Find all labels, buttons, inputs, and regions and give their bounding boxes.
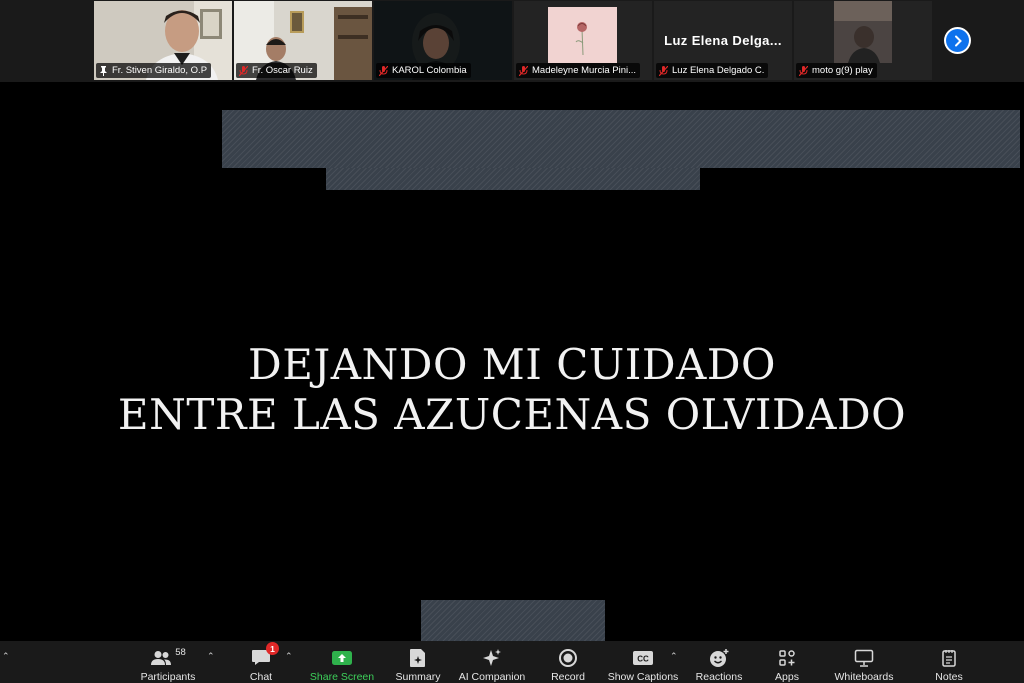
participant-name-bar: Fr. Stiven Giraldo, O.P (96, 63, 212, 78)
muted-mic-icon (379, 65, 388, 76)
chevron-right-icon (946, 29, 969, 52)
show-captions-label: Show Captions (607, 671, 679, 683)
participant-strip: Fr. Stiven Giraldo, O.P Fr. Oscar Ruiz K… (0, 0, 1024, 82)
captions-icon: CC (633, 650, 653, 665)
slide-line-1: DEJANDO MI CUIDADO (248, 340, 776, 389)
whiteboards-button[interactable]: Whiteboards (830, 641, 898, 683)
slide-line-2: ENTRE LAS AZUCENAS OLVIDADO (117, 390, 907, 439)
apps-label: Apps (775, 671, 799, 683)
participant-name: Madeleyne Murcia Pini... (532, 65, 637, 76)
video-feed (834, 1, 892, 63)
participant-name: moto g(9) play (812, 65, 873, 76)
pin-icon (99, 65, 108, 76)
slide-band-top-tab (326, 168, 700, 190)
participant-tile-stiven[interactable]: Fr. Stiven Giraldo, O.P (94, 1, 232, 80)
chat-unread-badge: 1 (266, 642, 279, 655)
notes-icon (942, 649, 956, 667)
slide-band-top (222, 110, 1020, 168)
participants-label: Participants (140, 671, 196, 683)
participants-icon (151, 650, 172, 665)
chat-button[interactable]: 1 Chat (240, 641, 282, 683)
reactions-button[interactable]: Reactions (694, 641, 744, 683)
participant-tile-luz-elena[interactable]: Luz Elena Delga... Luz Elena Delgado C. (654, 1, 792, 80)
share-screen-label: Share Screen (309, 671, 375, 683)
participant-name-bar: KAROL Colombia (376, 63, 471, 78)
shared-screen: DEJANDO MI CUIDADO ENTRE LAS AZUCENAS OL… (0, 82, 1024, 641)
slide-text: DEJANDO MI CUIDADO ENTRE LAS AZUCENAS OL… (0, 340, 1024, 440)
muted-mic-icon (799, 65, 808, 76)
slide-band-bottom (421, 600, 605, 641)
rose-avatar-image (548, 7, 617, 63)
audio-options-caret[interactable]: ⌃ (2, 651, 10, 662)
ai-companion-button[interactable]: AI Companion (456, 641, 528, 683)
muted-mic-icon (519, 65, 528, 76)
meeting-toolbar: ⌃ 58 Participants ⌃ 1 Chat ⌃ Share Scree… (0, 641, 1024, 683)
participant-tile-karol[interactable]: KAROL Colombia (374, 1, 512, 80)
record-icon (559, 648, 577, 667)
participant-tile-moto[interactable]: moto g(9) play (794, 1, 932, 80)
reactions-label: Reactions (695, 671, 743, 683)
muted-mic-icon (239, 65, 248, 76)
participant-count: 58 (175, 647, 186, 658)
participant-display-name: Luz Elena Delga... (664, 33, 782, 48)
notes-button[interactable]: Notes (928, 641, 970, 683)
participant-name: Fr. Oscar Ruiz (252, 65, 313, 76)
participants-options-caret[interactable]: ⌃ (207, 651, 215, 662)
apps-icon (779, 649, 795, 666)
ai-sparkle-icon (483, 648, 501, 666)
record-button[interactable]: Record (546, 641, 590, 683)
record-label: Record (551, 671, 585, 683)
participant-name: KAROL Colombia (392, 65, 467, 76)
participant-name-bar: Luz Elena Delgado C. (656, 63, 769, 78)
ai-companion-label: AI Companion (458, 671, 526, 683)
captions-options-caret[interactable]: ⌃ (670, 651, 678, 662)
show-captions-button[interactable]: CC Show Captions (606, 641, 680, 683)
participant-name: Luz Elena Delgado C. (672, 65, 765, 76)
apps-button[interactable]: Apps (767, 641, 807, 683)
captions-icon-text: CC (637, 654, 649, 663)
whiteboard-icon (854, 649, 874, 667)
participant-name-bar: moto g(9) play (796, 63, 877, 78)
chat-label: Chat (249, 671, 273, 683)
whiteboards-label: Whiteboards (834, 671, 894, 683)
participant-tile-oscar[interactable]: Fr. Oscar Ruiz (234, 1, 372, 80)
share-screen-icon (332, 650, 352, 665)
participant-name-bar: Fr. Oscar Ruiz (236, 63, 317, 78)
next-page-button[interactable] (944, 27, 971, 54)
participant-name: Fr. Stiven Giraldo, O.P (112, 65, 208, 76)
share-screen-button[interactable]: Share Screen (308, 641, 376, 683)
summary-icon (410, 648, 425, 667)
muted-mic-icon (659, 65, 668, 76)
summary-button[interactable]: Summary (393, 641, 443, 683)
participant-name-bar: Madeleyne Murcia Pini... (516, 63, 641, 78)
summary-label: Summary (395, 671, 441, 683)
participant-tile-madeleyne[interactable]: Madeleyne Murcia Pini... (514, 1, 652, 80)
participants-button[interactable]: 58 Participants (136, 641, 200, 683)
notes-label: Notes (935, 671, 963, 683)
chat-options-caret[interactable]: ⌃ (285, 651, 293, 662)
reactions-emoji-icon (710, 648, 729, 667)
